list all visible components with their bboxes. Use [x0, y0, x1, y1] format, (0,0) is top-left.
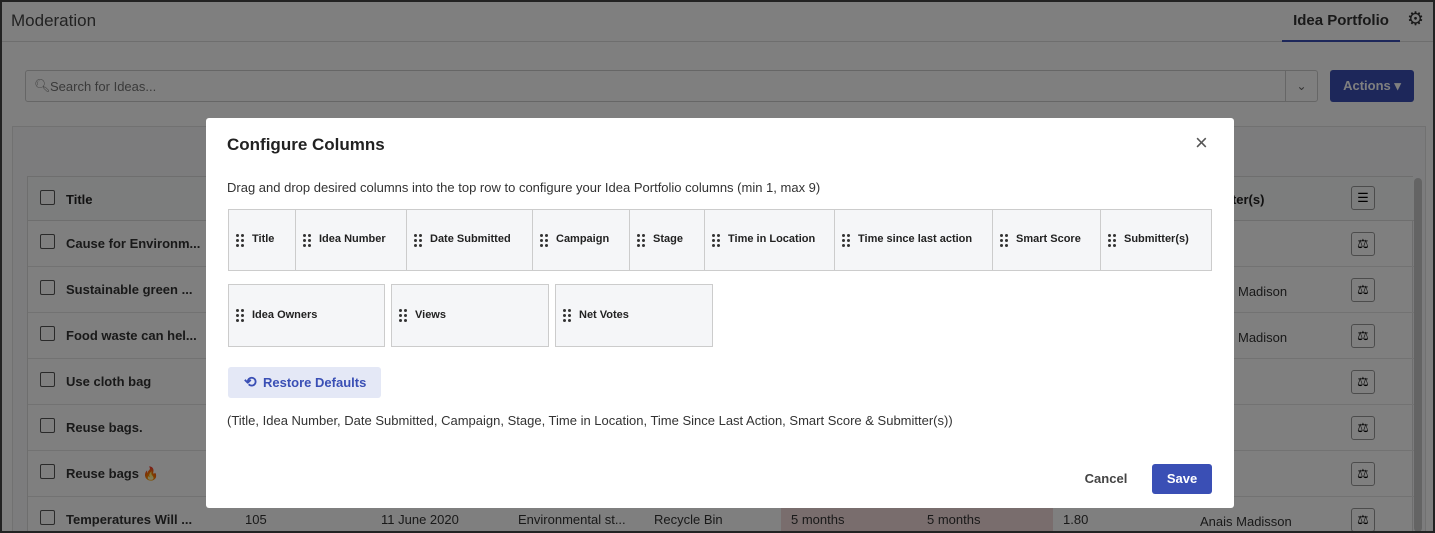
close-icon[interactable]: ×	[1195, 132, 1208, 154]
column-label: Smart Score	[1016, 233, 1081, 245]
column-chip-net-votes[interactable]: Net Votes	[555, 284, 713, 347]
drag-handle-icon[interactable]	[1108, 234, 1116, 248]
column-label: Time in Location	[728, 233, 816, 245]
column-chip-time-in-location[interactable]: Time in Location	[705, 210, 835, 270]
column-chip-title[interactable]: Title	[229, 210, 296, 270]
column-label: Time since last action	[858, 233, 973, 245]
restore-defaults-button[interactable]: ⟲ Restore Defaults	[228, 367, 381, 398]
configure-columns-modal: Configure Columns × Drag and drop desire…	[206, 118, 1234, 508]
drag-handle-icon[interactable]	[399, 309, 407, 323]
column-chip-smart-score[interactable]: Smart Score	[993, 210, 1101, 270]
drag-handle-icon[interactable]	[712, 234, 720, 248]
drag-handle-icon[interactable]	[563, 309, 571, 323]
drag-handle-icon[interactable]	[414, 234, 422, 248]
drag-handle-icon[interactable]	[540, 234, 548, 248]
column-chip-idea-number[interactable]: Idea Number	[296, 210, 407, 270]
drag-handle-icon[interactable]	[1000, 234, 1008, 248]
defaults-list-text: (Title, Idea Number, Date Submitted, Cam…	[227, 413, 953, 428]
column-chip-date-submitted[interactable]: Date Submitted	[407, 210, 533, 270]
column-label: Net Votes	[579, 309, 629, 321]
column-label: Campaign	[556, 233, 610, 245]
modal-title: Configure Columns	[227, 135, 385, 154]
column-chip-stage[interactable]: Stage	[630, 210, 705, 270]
cancel-button[interactable]: Cancel	[1080, 464, 1132, 494]
column-label: Title	[252, 233, 275, 245]
drag-handle-icon[interactable]	[236, 234, 244, 248]
column-label: Submitter(s)	[1124, 233, 1189, 245]
column-label: Stage	[653, 233, 683, 245]
column-chip-idea-owners[interactable]: Idea Owners	[228, 284, 385, 347]
drag-handle-icon[interactable]	[236, 309, 244, 323]
column-chip-views[interactable]: Views	[391, 284, 549, 347]
save-button[interactable]: Save	[1152, 464, 1212, 494]
column-chip-submitters[interactable]: Submitter(s)	[1101, 210, 1211, 270]
drag-handle-icon[interactable]	[303, 234, 311, 248]
column-label: Date Submitted	[430, 233, 511, 245]
restore-defaults-label: Restore Defaults	[263, 375, 367, 390]
column-chip-time-since-last-action[interactable]: Time since last action	[835, 210, 993, 270]
modal-description: Drag and drop desired columns into the t…	[227, 180, 821, 195]
drag-handle-icon[interactable]	[637, 234, 645, 248]
restore-icon: ⟲	[244, 374, 257, 391]
column-label: Idea Owners	[252, 309, 318, 321]
column-chip-campaign[interactable]: Campaign	[533, 210, 630, 270]
column-label: Views	[415, 309, 446, 321]
selected-columns-row: Title Idea Number Date Submitted Campaig…	[228, 209, 1212, 271]
app-frame: Moderation Idea Portfolio ⚙ 🔍︎ ⌄ Actions…	[0, 0, 1435, 533]
column-label: Idea Number	[319, 233, 386, 245]
drag-handle-icon[interactable]	[842, 234, 850, 248]
